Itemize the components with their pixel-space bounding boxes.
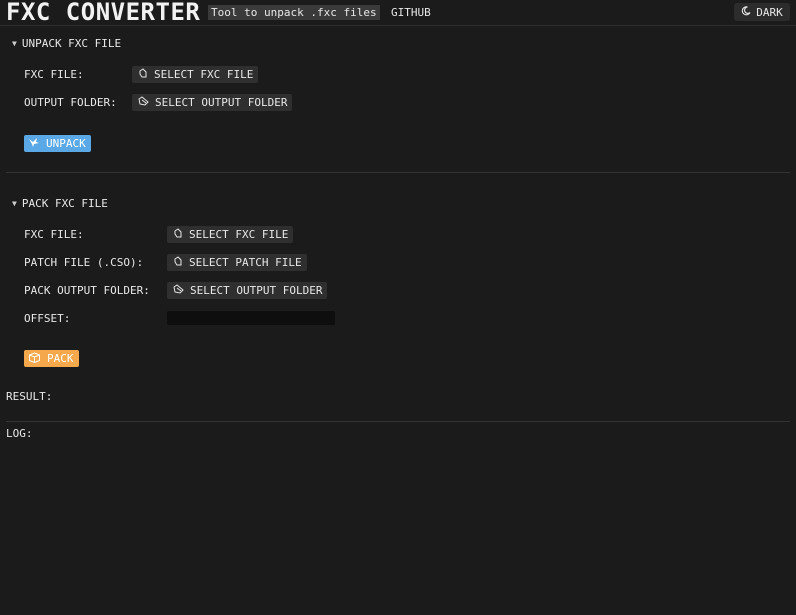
github-link[interactable]: GITHUB (391, 5, 431, 20)
result-label: RESULT: (6, 390, 53, 403)
bird-icon (28, 137, 40, 151)
box-icon (28, 351, 41, 366)
theme-toggle-button[interactable]: DARK (734, 3, 790, 21)
select-patch-file-button[interactable]: SELECT PATCH FILE (167, 254, 307, 271)
file-icon (173, 228, 183, 241)
pack-button-label: PACK (47, 352, 74, 365)
patch-file-label: PATCH FILE (.CSO): (24, 256, 144, 269)
unpack-select-output-button[interactable]: SELECT OUTPUT FOLDER (132, 94, 293, 111)
theme-toggle-label: DARK (756, 5, 783, 19)
section-divider (6, 172, 790, 173)
unpack-select-output-label: SELECT OUTPUT FOLDER (155, 96, 288, 109)
file-icon (138, 68, 148, 81)
app-title: FXC CONVERTER (6, 0, 201, 26)
offset-input[interactable] (167, 311, 335, 325)
result-log-divider (6, 421, 790, 422)
unpack-button[interactable]: UNPACK (24, 135, 91, 152)
log-label: LOG: (6, 427, 33, 440)
file-icon (173, 256, 183, 269)
app-header: FXC CONVERTER Tool to unpack .fxc files … (0, 0, 796, 26)
pack-select-output-label: SELECT OUTPUT FOLDER (190, 284, 323, 297)
unpack-button-label: UNPACK (46, 137, 86, 150)
select-patch-file-label: SELECT PATCH FILE (189, 256, 302, 269)
moon-icon (741, 5, 751, 19)
unpack-fxc-file-label: FXC FILE: (24, 68, 84, 81)
unpack-select-fxc-label: SELECT FXC FILE (154, 68, 254, 81)
pack-section-title: PACK FXC FILE (21, 197, 108, 210)
pack-select-output-button[interactable]: SELECT OUTPUT FOLDER (167, 282, 328, 299)
pack-select-fxc-button[interactable]: SELECT FXC FILE (167, 226, 294, 243)
unpack-select-fxc-button[interactable]: SELECT FXC FILE (132, 66, 259, 83)
app-subtitle: Tool to unpack .fxc files (208, 5, 380, 20)
pack-fxc-file-label: FXC FILE: (24, 228, 84, 241)
unpack-section-title: UNPACK FXC FILE (21, 37, 122, 50)
pack-section-header[interactable]: ▼ PACK FXC FILE (12, 197, 108, 210)
pack-output-folder-label: PACK OUTPUT FOLDER: (24, 284, 150, 297)
folder-icon (138, 96, 149, 109)
offset-label: OFFSET: (24, 312, 71, 325)
unpack-output-folder-label: OUTPUT FOLDER: (24, 96, 117, 109)
folder-icon (173, 284, 184, 297)
collapse-caret-icon: ▼ (12, 39, 17, 48)
pack-select-fxc-label: SELECT FXC FILE (189, 228, 289, 241)
pack-button[interactable]: PACK (24, 350, 79, 367)
collapse-caret-icon: ▼ (12, 199, 17, 208)
unpack-section-header[interactable]: ▼ UNPACK FXC FILE (12, 37, 121, 50)
